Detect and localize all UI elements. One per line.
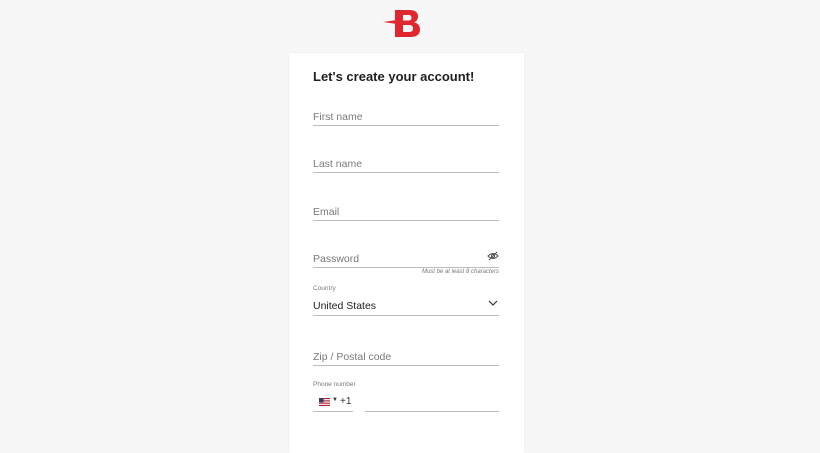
phone-label: Phone number (313, 381, 356, 388)
dial-code: +1 (340, 396, 352, 407)
zip-input[interactable] (313, 349, 499, 365)
password-field[interactable] (313, 249, 499, 268)
brand-logo (383, 10, 420, 37)
last-name-field[interactable] (313, 154, 499, 173)
eye-off-icon[interactable] (487, 251, 499, 261)
caret-down-icon: ▼ (332, 397, 338, 403)
phone-field[interactable] (365, 394, 499, 412)
country-value: United States (313, 300, 377, 312)
password-hint: Must be at least 8 characters (421, 269, 499, 275)
country-select[interactable]: United States (313, 296, 499, 316)
phone-country-select[interactable]: ▼ +1 (313, 394, 353, 412)
phone-input[interactable] (365, 396, 499, 412)
form-title: Let's create your account! (313, 69, 475, 84)
zip-field[interactable] (313, 347, 499, 366)
chevron-down-icon (488, 300, 498, 306)
password-input[interactable] (313, 251, 478, 267)
country-label: Country (313, 285, 336, 292)
first-name-field[interactable] (313, 107, 499, 126)
last-name-input[interactable] (313, 156, 499, 172)
us-flag-icon (319, 398, 330, 406)
email-field[interactable] (313, 202, 499, 221)
signup-card: Let's create your account! Must be at le… (289, 53, 524, 453)
email-input[interactable] (313, 204, 499, 220)
first-name-input[interactable] (313, 109, 499, 125)
